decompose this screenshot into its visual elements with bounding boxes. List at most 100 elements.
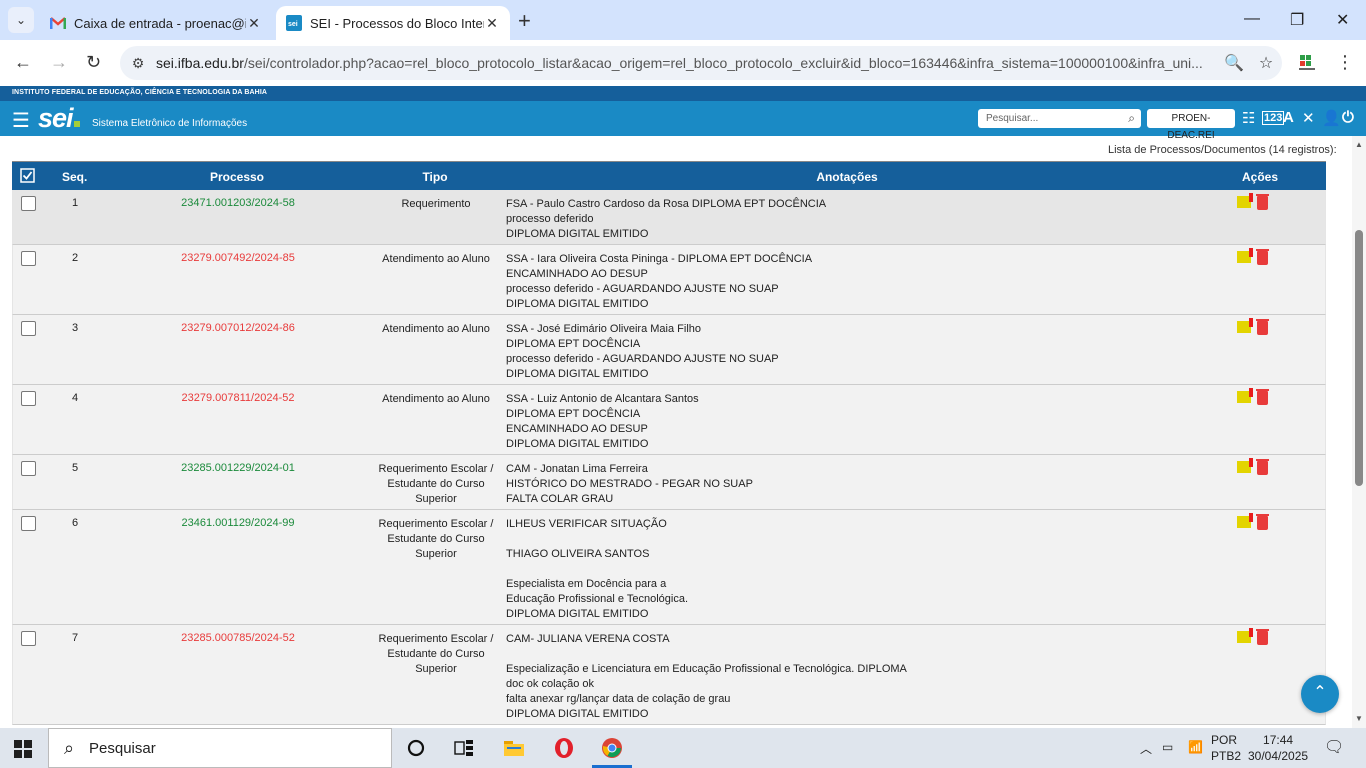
- select-all-checkbox[interactable]: [20, 168, 35, 186]
- process-link[interactable]: 23285.001229/2024-01: [173, 462, 303, 474]
- row-seq: 1: [71, 197, 79, 209]
- page-scrollbar[interactable]: ▲ ▼: [1352, 136, 1366, 728]
- list-view-icon[interactable]: ☷: [1242, 109, 1255, 127]
- delete-icon[interactable]: [1256, 514, 1269, 530]
- back-icon[interactable]: ←: [14, 52, 32, 73]
- row-seq: 5: [71, 462, 79, 474]
- process-link[interactable]: 23471.001203/2024-58: [173, 197, 303, 209]
- new-tab-button[interactable]: +: [518, 8, 531, 34]
- reload-icon[interactable]: ↻: [86, 52, 101, 73]
- task-view-icon[interactable]: [452, 736, 476, 760]
- scroll-down-icon[interactable]: ▼: [1355, 714, 1363, 723]
- tab-sei[interactable]: sei SEI - Processos do Bloco Intern ✕: [276, 6, 510, 40]
- sei-icon: sei: [286, 15, 302, 31]
- file-explorer-icon[interactable]: [502, 736, 526, 760]
- row-checkbox[interactable]: [21, 516, 36, 531]
- annotation-icon[interactable]: [1237, 318, 1253, 333]
- tab-search-button[interactable]: ⌄: [8, 7, 34, 33]
- process-link[interactable]: 23279.007492/2024-85: [173, 252, 303, 264]
- extension-icon[interactable]: [1296, 52, 1318, 74]
- sei-search-input[interactable]: Pesquisar... ⌕: [978, 109, 1141, 128]
- notifications-icon[interactable]: 🗨: [1324, 737, 1344, 757]
- back-to-top-button[interactable]: ⌃: [1301, 675, 1339, 713]
- process-link[interactable]: 23285.000785/2024-52: [173, 632, 303, 644]
- annotation-line: DIPLOMA DIGITAL EMITIDO: [506, 708, 649, 720]
- sei-logo[interactable]: sei: [38, 103, 80, 134]
- close-window-icon[interactable]: ✕: [1336, 10, 1349, 30]
- scroll-up-icon[interactable]: ▲: [1355, 140, 1363, 149]
- user-icon[interactable]: 👤: [1322, 109, 1341, 127]
- minimize-icon[interactable]: —: [1244, 10, 1260, 28]
- annotation-line: processo deferido: [506, 213, 594, 225]
- header-seq[interactable]: Seq.: [62, 170, 87, 184]
- table-row: 7 23285.000785/2024-52 Requerimento Escola…: [12, 625, 1326, 725]
- annotation-icon[interactable]: [1237, 513, 1253, 528]
- wifi-icon[interactable]: 📶: [1188, 740, 1203, 754]
- battery-icon[interactable]: ▭: [1162, 740, 1173, 754]
- tipo-line: Requerimento Escolar /: [378, 518, 494, 530]
- opera-icon[interactable]: [552, 736, 576, 760]
- chrome-icon[interactable]: [600, 736, 624, 760]
- cortana-circle-icon[interactable]: [404, 736, 428, 760]
- bookmark-star-icon[interactable]: ☆: [1250, 53, 1282, 73]
- logout-power-icon[interactable]: ⏻: [1342, 109, 1354, 126]
- windows-start-icon[interactable]: [14, 740, 32, 758]
- annotation-line: SSA - Luiz Antonio de Alcantara Santos: [506, 393, 699, 405]
- numeric-icon[interactable]: 123: [1262, 111, 1285, 125]
- annotation-line: DIPLOMA DIGITAL EMITIDO: [506, 228, 649, 240]
- annotation-line: [506, 532, 688, 547]
- row-checkbox[interactable]: [21, 196, 36, 211]
- annotation-line: DIPLOMA EPT DOCÊNCIA: [506, 338, 641, 350]
- delete-icon[interactable]: [1256, 194, 1269, 210]
- close-tab-icon[interactable]: ✕: [246, 15, 262, 32]
- browser-menu-icon[interactable]: ⋮: [1336, 52, 1354, 73]
- row-tipo: Atendimento ao Aluno: [373, 322, 499, 337]
- delete-icon[interactable]: [1256, 629, 1269, 645]
- unit-selector[interactable]: PROEN-DEAC.REI: [1147, 109, 1235, 141]
- header-tipo[interactable]: Tipo: [372, 170, 498, 184]
- search-icon[interactable]: ⌕: [1128, 111, 1135, 126]
- clock[interactable]: 17:44 30/04/2025: [1248, 732, 1308, 764]
- row-checkbox[interactable]: [21, 631, 36, 646]
- scrollbar-thumb[interactable]: [1355, 230, 1363, 486]
- tools-icon[interactable]: ✕: [1302, 109, 1315, 127]
- delete-icon[interactable]: [1256, 249, 1269, 265]
- header-processo[interactable]: Processo: [172, 170, 302, 184]
- menu-icon[interactable]: ☰: [12, 108, 30, 133]
- process-link[interactable]: 23461.001129/2024-99: [173, 517, 303, 529]
- row-checkbox[interactable]: [21, 391, 36, 406]
- delete-icon[interactable]: [1256, 459, 1269, 475]
- browser-toolbar: ← → ↻ ⚙ sei.ifba.edu.br/sei/controlador.…: [0, 40, 1366, 86]
- close-tab-icon[interactable]: ✕: [484, 15, 500, 32]
- site-info-icon[interactable]: ⚙: [120, 55, 156, 72]
- annotation-icon[interactable]: [1237, 193, 1253, 208]
- row-checkbox[interactable]: [21, 251, 36, 266]
- row-seq: 7: [71, 632, 79, 644]
- language-indicator[interactable]: POR PTB2: [1211, 732, 1241, 764]
- annotation-icon[interactable]: [1237, 388, 1253, 403]
- tab-gmail[interactable]: Caixa de entrada - proenac@ifb ✕: [40, 6, 272, 40]
- tipo-line: Atendimento ao Aluno: [382, 253, 490, 265]
- process-link[interactable]: 23279.007811/2024-52: [173, 392, 303, 404]
- delete-icon[interactable]: [1256, 389, 1269, 405]
- restore-icon[interactable]: ❐: [1290, 10, 1304, 30]
- annotation-icon[interactable]: [1237, 248, 1253, 263]
- font-size-icon[interactable]: A: [1283, 109, 1294, 126]
- zoom-icon[interactable]: 🔍: [1218, 53, 1250, 73]
- annotation-line: DIPLOMA EPT DOCÊNCIA: [506, 408, 641, 420]
- show-hidden-icons-icon[interactable]: ︿: [1140, 740, 1152, 757]
- annotation-icon[interactable]: [1237, 458, 1253, 473]
- taskbar-search-box[interactable]: ⌕ Pesquisar: [48, 728, 392, 768]
- row-checkbox[interactable]: [21, 461, 36, 476]
- svg-text:sei: sei: [288, 21, 298, 28]
- row-tipo: Requerimento Escolar / Estudante do Curso…: [373, 462, 499, 507]
- row-checkbox[interactable]: [21, 321, 36, 336]
- address-bar[interactable]: ⚙ sei.ifba.edu.br/sei/controlador.php?ac…: [120, 46, 1282, 80]
- sei-subtitle: Sistema Eletrônico de Informações: [92, 118, 248, 129]
- forward-icon[interactable]: →: [50, 52, 68, 73]
- process-link[interactable]: 23279.007012/2024-86: [173, 322, 303, 334]
- annotation-line: THIAGO OLIVEIRA SANTOS: [506, 548, 650, 560]
- delete-icon[interactable]: [1256, 319, 1269, 335]
- annotation-icon[interactable]: [1237, 628, 1253, 643]
- row-annotations: SSA - Iara Oliveira Costa Pininga - DIPL…: [506, 252, 812, 312]
